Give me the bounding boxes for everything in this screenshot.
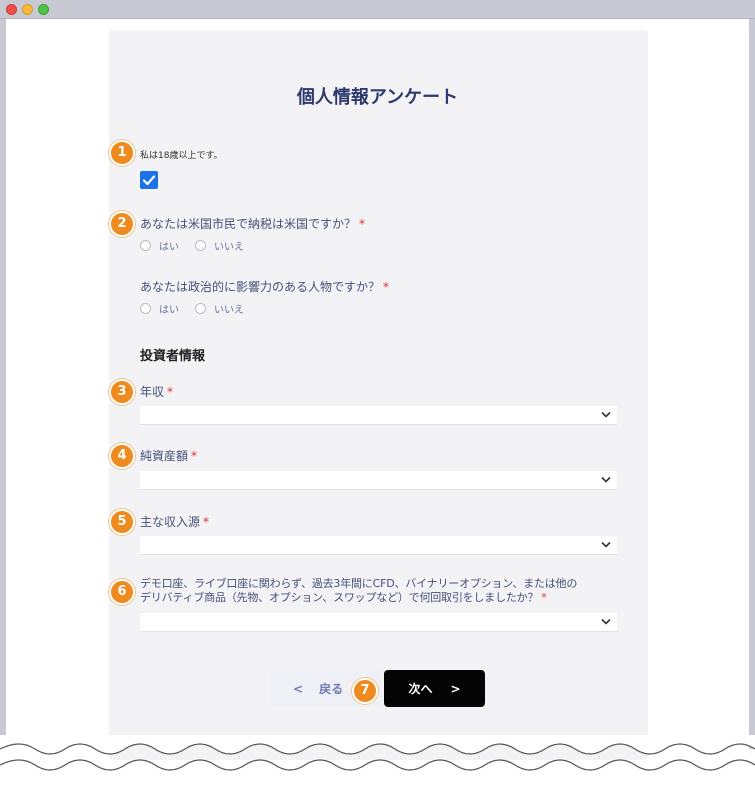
radio-label: いいえ (214, 242, 244, 253)
page-title: 個人情報アンケート (296, 87, 459, 108)
step-badge-6: 6 (109, 579, 135, 605)
close-window-button[interactable] (6, 4, 17, 15)
age-confirm-checkbox[interactable] (140, 171, 158, 189)
trading-experience-label-line1: デモ口座、ライブ口座に関わらず、過去3年間にCFD、バイナリーオプション、または… (140, 577, 578, 590)
form-card (109, 30, 648, 760)
net-worth-question: 純資産額 * (140, 449, 197, 463)
required-mark: * (359, 217, 366, 231)
title-bar (0, 0, 755, 19)
next-arrow-icon: > (450, 681, 461, 696)
window-frame-left (0, 19, 6, 749)
net-worth-label: 純資産額 (140, 449, 189, 463)
us-citizen-question: あなたは米国市民で納税は米国ですか？ * (140, 217, 365, 231)
annual-income-question: 年収 * (140, 385, 173, 399)
step-badge-7: 7 (352, 678, 378, 704)
radio-circle[interactable] (195, 303, 206, 314)
trading-experience-question: デモ口座、ライブ口座に関わらず、過去3年間にCFD、バイナリーオプション、または… (140, 577, 577, 605)
checkmark-icon (142, 175, 156, 186)
step-badge-1: 1 (109, 140, 135, 166)
maximize-window-button[interactable] (38, 4, 49, 15)
minimize-window-button[interactable] (22, 4, 33, 15)
income-source-select[interactable] (140, 536, 617, 555)
chevron-down-icon (601, 618, 611, 625)
required-mark: * (541, 591, 547, 604)
political-label: あなたは政治的に影響力のある人物ですか？ (140, 280, 381, 294)
step-badge-2: 2 (109, 211, 135, 237)
us-citizen-no-radio[interactable]: いいえ (195, 238, 244, 253)
trading-experience-select[interactable] (140, 613, 617, 632)
chevron-down-icon (601, 476, 611, 483)
net-worth-select[interactable] (140, 471, 617, 490)
back-button-label: 戻る (319, 682, 344, 696)
political-no-radio[interactable]: いいえ (195, 301, 244, 316)
browser-window: 個人情報アンケート 1 私は18歳以上です。 2 あなたは米国市民で納税は米国で… (0, 0, 755, 787)
us-citizen-radio-group: はい いいえ (140, 238, 260, 253)
required-mark: * (203, 515, 210, 529)
next-button[interactable]: 次へ > (384, 670, 485, 707)
age-confirm-label: 私は18歳以上です。 (140, 151, 223, 161)
required-mark: * (383, 280, 390, 294)
required-mark: * (191, 449, 198, 463)
step-badge-4: 4 (109, 443, 135, 469)
radio-label: いいえ (214, 305, 244, 316)
window-frame-right (749, 19, 755, 749)
investor-info-heading: 投資者情報 (140, 349, 206, 364)
chevron-down-icon (601, 541, 611, 548)
income-source-label: 主な収入源 (140, 515, 201, 529)
radio-circle[interactable] (140, 240, 151, 251)
trading-experience-label-line2: デリバティブ商品（先物、オプション、スワップなど）で何回取引をしましたか？ (140, 591, 539, 604)
political-yes-radio[interactable]: はい (140, 301, 179, 316)
radio-circle[interactable] (140, 303, 151, 314)
us-citizen-label: あなたは米国市民で納税は米国ですか？ (140, 217, 357, 231)
annual-income-select[interactable] (140, 406, 617, 425)
next-button-label: 次へ (408, 682, 433, 696)
radio-circle[interactable] (195, 240, 206, 251)
back-arrow-icon: < (293, 681, 304, 696)
radio-label: はい (159, 242, 179, 253)
step-badge-3: 3 (109, 379, 135, 405)
income-source-question: 主な収入源 * (140, 515, 209, 529)
chevron-down-icon (601, 411, 611, 418)
wavy-cutoff-edge (0, 735, 755, 771)
step-badge-5: 5 (109, 509, 135, 535)
radio-label: はい (159, 305, 179, 316)
us-citizen-yes-radio[interactable]: はい (140, 238, 179, 253)
required-mark: * (167, 385, 174, 399)
political-question: あなたは政治的に影響力のある人物ですか？ * (140, 280, 389, 294)
annual-income-label: 年収 (140, 385, 165, 399)
political-radio-group: はい いいえ (140, 301, 260, 316)
